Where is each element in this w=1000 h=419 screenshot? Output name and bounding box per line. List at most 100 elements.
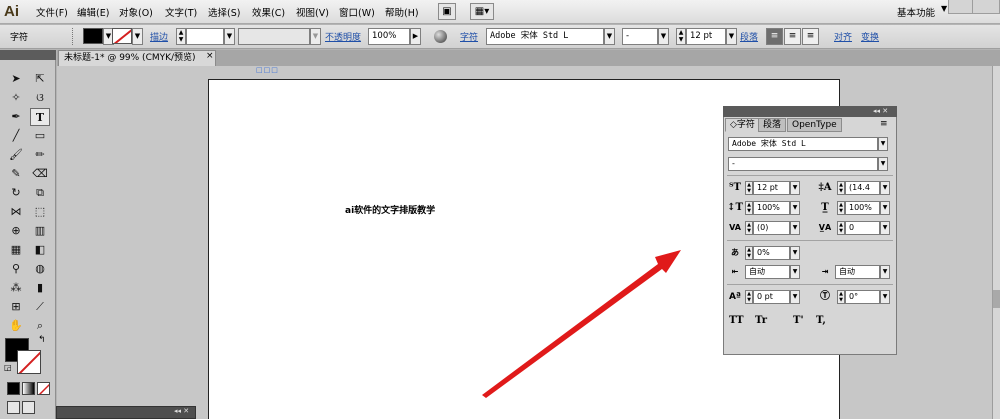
panel-font-family-field[interactable]: Adobe 宋体 Std L bbox=[728, 137, 878, 151]
font-size-dropdown[interactable]: ▼ bbox=[726, 28, 737, 45]
opacity-field[interactable]: 100% bbox=[368, 28, 410, 45]
zoom-tool-icon[interactable]: ⌕ bbox=[30, 317, 50, 335]
shape-builder-tool-icon[interactable]: ⊕ bbox=[6, 222, 26, 240]
direct-selection-tool-icon[interactable]: ⇱ bbox=[30, 70, 50, 88]
menu-edit[interactable]: 编辑(E) bbox=[77, 5, 109, 19]
free-transform-tool-icon[interactable]: ⬚ bbox=[30, 203, 50, 221]
panel-font-size-field[interactable]: 12 pt bbox=[753, 181, 790, 195]
leading-stepper[interactable]: ▲ ▼ bbox=[837, 181, 845, 195]
horizontal-scale-stepper[interactable]: ▲ ▼ bbox=[837, 201, 845, 215]
stroke-swatch[interactable] bbox=[112, 28, 132, 44]
panel-font-style-dropdown[interactable]: ▼ bbox=[878, 157, 888, 171]
panel-menu-icon[interactable]: ≡ bbox=[880, 119, 888, 129]
vertical-scrollbar[interactable] bbox=[992, 66, 1000, 419]
tracking-stepper[interactable]: ▲ ▼ bbox=[837, 221, 845, 235]
menu-type[interactable]: 文字(T) bbox=[165, 5, 197, 19]
baseline-shift-field[interactable]: 0 pt bbox=[753, 290, 790, 304]
scale-tool-icon[interactable]: ⧉ bbox=[30, 184, 50, 202]
tools-panel-header[interactable] bbox=[0, 50, 56, 60]
panel-font-size-stepper[interactable]: ▲ ▼ bbox=[745, 181, 753, 195]
character-panel-header[interactable] bbox=[723, 106, 897, 117]
rotate-tool-icon[interactable]: ↻ bbox=[6, 184, 26, 202]
horizontal-scale-dropdown[interactable]: ▼ bbox=[880, 201, 890, 215]
type-tool-icon[interactable]: T bbox=[30, 108, 50, 126]
fill-swatch[interactable] bbox=[83, 28, 103, 44]
bridge-icon[interactable]: ▣ bbox=[438, 3, 456, 20]
style-globe-icon[interactable] bbox=[434, 30, 447, 43]
none-mode-icon[interactable] bbox=[37, 382, 50, 395]
subscript-button[interactable]: T, bbox=[816, 315, 826, 326]
pen-tool-icon[interactable]: ✒ bbox=[6, 108, 26, 126]
slice-tool-icon[interactable]: ⟋ bbox=[30, 298, 50, 316]
line-tool-icon[interactable]: ╱ bbox=[6, 127, 26, 145]
stroke-dropdown[interactable]: ▼ bbox=[132, 28, 143, 45]
control-bar-grip[interactable] bbox=[72, 28, 75, 45]
menu-select[interactable]: 选择(S) bbox=[208, 5, 240, 19]
tab-paragraph[interactable]: 段落 bbox=[758, 118, 787, 132]
vertical-scale-stepper[interactable]: ▲ ▼ bbox=[745, 201, 753, 215]
color-mode-icon[interactable] bbox=[7, 382, 20, 395]
opacity-label[interactable]: 不透明度 bbox=[325, 30, 361, 43]
swap-colors-icon[interactable]: ↰ bbox=[38, 335, 46, 345]
kerning-dropdown[interactable]: ▼ bbox=[790, 221, 800, 235]
tsume-field[interactable]: 0% bbox=[753, 246, 790, 260]
variable-width-field[interactable] bbox=[238, 28, 310, 45]
eraser-tool-icon[interactable]: ⌫ bbox=[30, 165, 50, 183]
menu-view[interactable]: 视图(V) bbox=[296, 5, 329, 19]
tracking-dropdown[interactable]: ▼ bbox=[880, 221, 890, 235]
screen-mode-icon[interactable] bbox=[22, 401, 35, 414]
aki-right-dropdown[interactable]: ▼ bbox=[880, 265, 890, 279]
character-label[interactable]: 字符 bbox=[460, 30, 478, 43]
workspace-switcher[interactable]: 基本功能 bbox=[897, 5, 935, 19]
tab-character[interactable]: ◇字符 bbox=[725, 118, 760, 132]
leading-field[interactable]: (14.4 bbox=[845, 181, 880, 195]
magic-wand-tool-icon[interactable]: ✧ bbox=[6, 89, 26, 107]
document-text[interactable]: ai软件的文字排版教学 bbox=[345, 203, 435, 216]
panel-collapse-icon[interactable]: ◂◂ ✕ bbox=[873, 107, 888, 115]
kerning-field[interactable]: (0) bbox=[753, 221, 790, 235]
maximize-button[interactable] bbox=[972, 0, 1000, 14]
selection-tool-icon[interactable]: ➤ bbox=[6, 70, 26, 88]
width-tool-icon[interactable]: ⋈ bbox=[6, 203, 26, 221]
eyedropper-tool-icon[interactable]: ⚲ bbox=[6, 260, 26, 278]
stroke-weight-field[interactable] bbox=[186, 28, 224, 45]
opacity-dropdown[interactable]: ▶ bbox=[410, 28, 421, 45]
all-caps-button[interactable]: TT bbox=[729, 315, 744, 326]
superscript-button[interactable]: T' bbox=[793, 315, 804, 326]
scrollbar-thumb[interactable] bbox=[993, 290, 1000, 308]
font-family-field[interactable]: Adobe 宋体 Std L bbox=[486, 28, 604, 45]
menu-window[interactable]: 窗口(W) bbox=[339, 5, 375, 19]
menu-help[interactable]: 帮助(H) bbox=[385, 5, 419, 19]
transform-label[interactable]: 变换 bbox=[861, 30, 879, 43]
draw-normal-icon[interactable] bbox=[7, 401, 20, 414]
font-style-field[interactable]: - bbox=[622, 28, 658, 45]
character-rotation-field[interactable]: 0° bbox=[845, 290, 880, 304]
tsume-dropdown[interactable]: ▼ bbox=[790, 246, 800, 260]
aki-right-field[interactable]: 自动 bbox=[835, 265, 880, 279]
character-rotation-dropdown[interactable]: ▼ bbox=[880, 290, 890, 304]
panel-font-style-field[interactable]: - bbox=[728, 157, 878, 171]
aki-left-field[interactable]: 自动 bbox=[745, 265, 790, 279]
align-right-button[interactable]: ≡ bbox=[802, 28, 819, 45]
document-tab[interactable]: 未标题-1* @ 99% (CMYK/预览) bbox=[58, 50, 216, 66]
character-rotation-stepper[interactable]: ▲ ▼ bbox=[837, 290, 845, 304]
font-size-stepper[interactable]: ▲ ▼ bbox=[676, 28, 686, 45]
baseline-shift-stepper[interactable]: ▲ ▼ bbox=[745, 290, 753, 304]
vertical-scale-field[interactable]: 100% bbox=[753, 201, 790, 215]
panel-font-size-dropdown[interactable]: ▼ bbox=[790, 181, 800, 195]
collapse-icon[interactable]: ◂◂ ✕ bbox=[174, 407, 189, 415]
paragraph-label[interactable]: 段落 bbox=[740, 30, 758, 43]
rectangle-tool-icon[interactable]: ▭ bbox=[30, 127, 50, 145]
tsume-stepper[interactable]: ▲ ▼ bbox=[745, 246, 753, 260]
align-label[interactable]: 对齐 bbox=[834, 30, 852, 43]
mesh-tool-icon[interactable]: ▦ bbox=[6, 241, 26, 259]
stroke-label[interactable]: 描边 bbox=[150, 30, 168, 43]
blend-tool-icon[interactable]: ◍ bbox=[30, 260, 50, 278]
symbol-sprayer-tool-icon[interactable]: ⁂ bbox=[6, 279, 26, 297]
blob-brush-tool-icon[interactable]: ✎ bbox=[6, 165, 26, 183]
arrange-documents-icon[interactable]: ▦▾ bbox=[470, 3, 494, 20]
font-size-field[interactable]: 12 pt bbox=[686, 28, 726, 45]
leading-dropdown[interactable]: ▼ bbox=[880, 181, 890, 195]
kerning-stepper[interactable]: ▲ ▼ bbox=[745, 221, 753, 235]
tracking-field[interactable]: 0 bbox=[845, 221, 880, 235]
